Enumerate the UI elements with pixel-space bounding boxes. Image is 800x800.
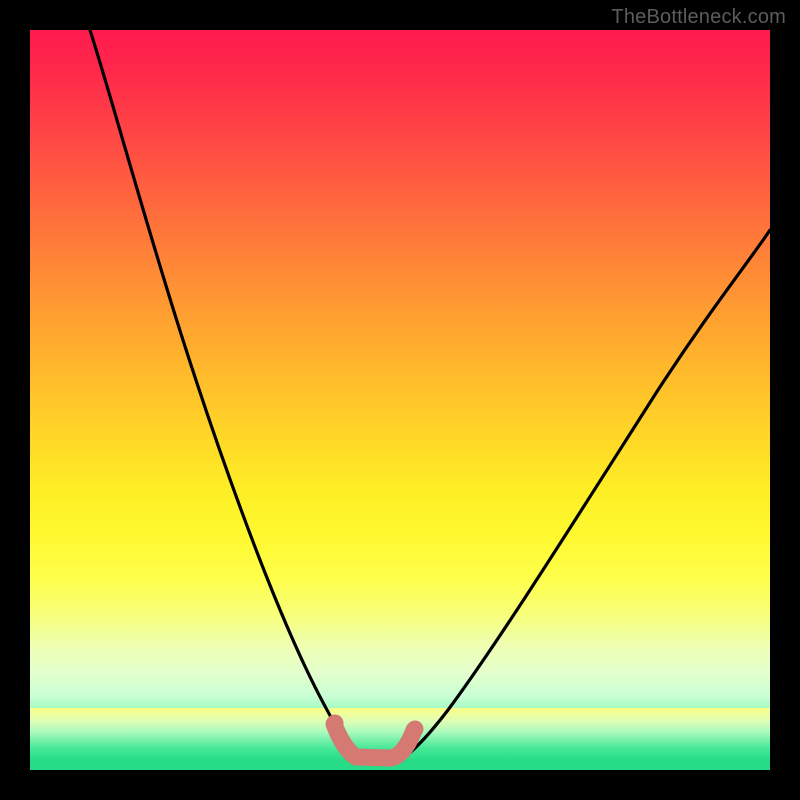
- valley-cap-right: [407, 721, 424, 738]
- bottleneck-curve: [30, 30, 770, 770]
- plot-area: [30, 30, 770, 770]
- chart-frame: TheBottleneck.com: [0, 0, 800, 800]
- watermark-text: TheBottleneck.com: [611, 6, 786, 29]
- curve-right-branch: [400, 230, 770, 760]
- valley-highlight: [334, 724, 414, 758]
- valley-cap-left: [327, 715, 344, 732]
- curve-left-branch: [90, 30, 360, 760]
